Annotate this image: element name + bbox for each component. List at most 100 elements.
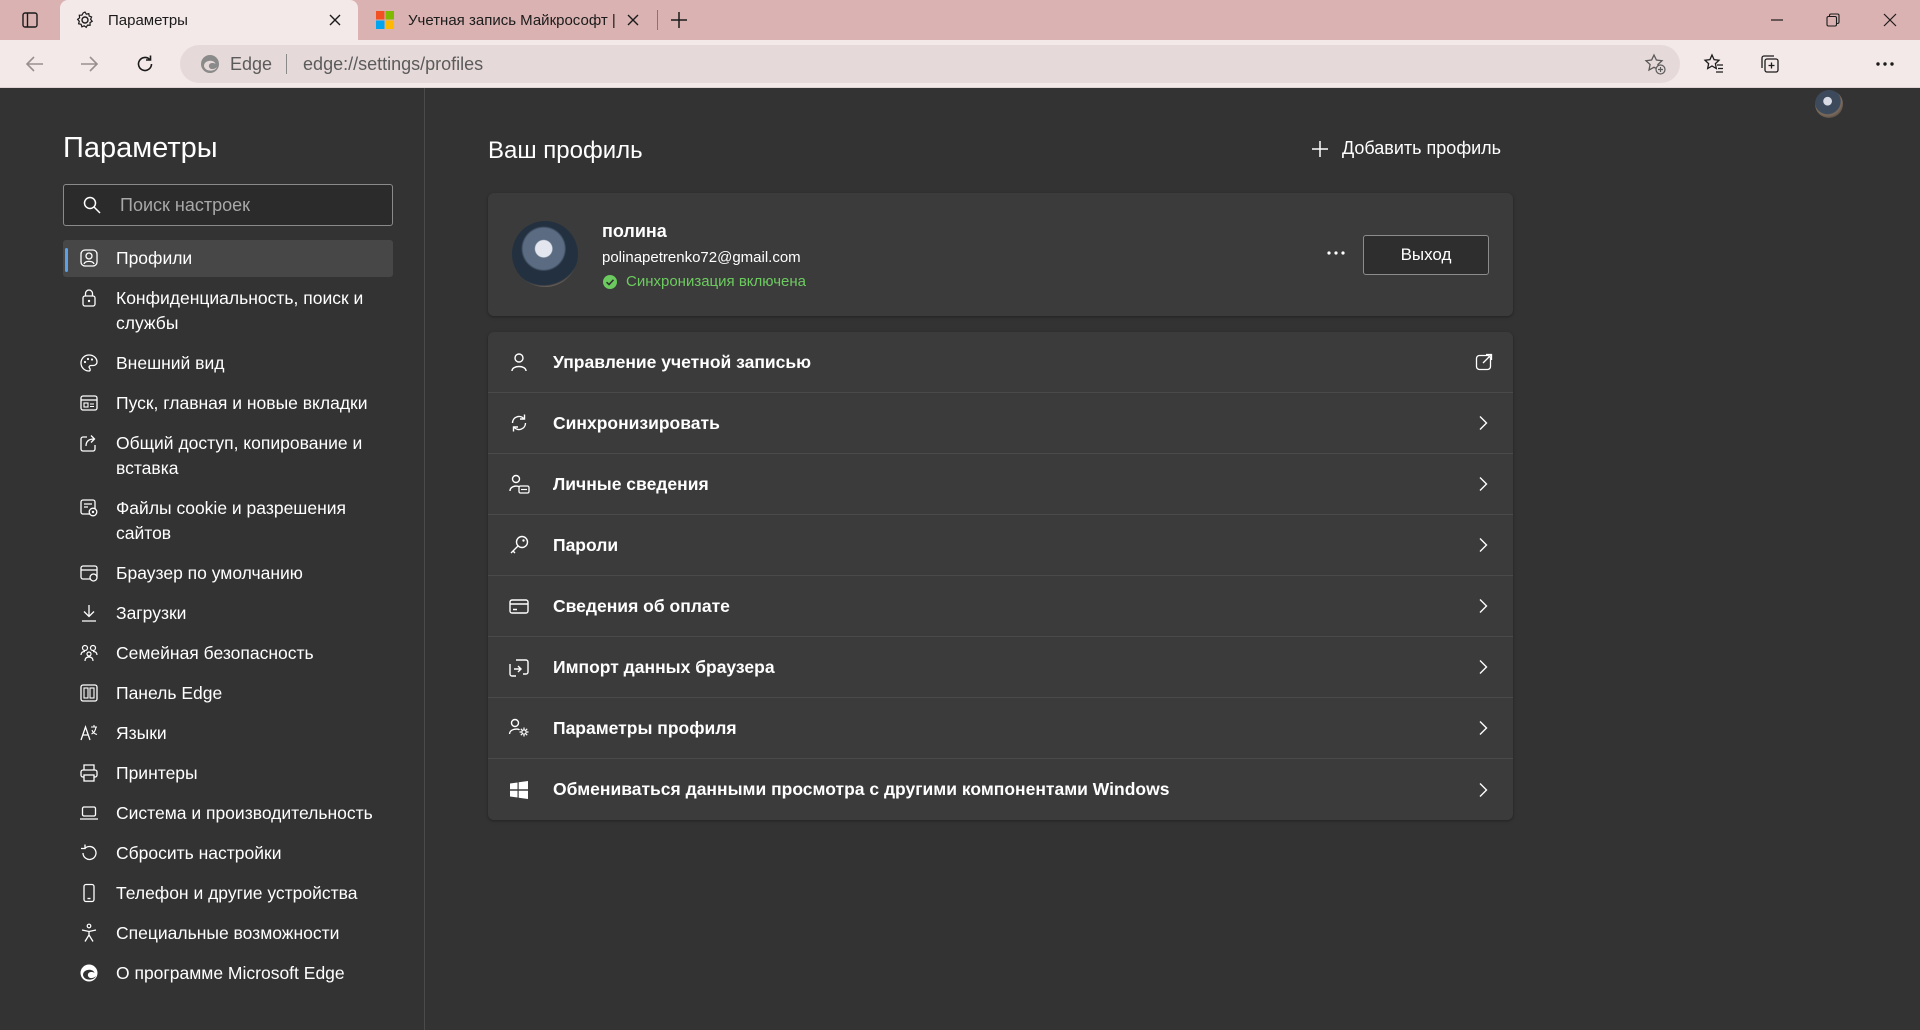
address-url[interactable]: edge://settings/profiles (303, 54, 483, 75)
edge-logo-icon (80, 964, 98, 982)
add-profile-button[interactable]: Добавить профиль (1310, 138, 1501, 159)
close-tab-icon[interactable] (322, 7, 348, 33)
row-label: Обмениваться данными просмотра с другими… (553, 779, 1170, 799)
logout-button[interactable]: Выход (1363, 235, 1489, 275)
row-sync[interactable]: Синхронизировать (488, 393, 1513, 454)
tab-title: Учетная запись Майкрософт | В (408, 11, 620, 29)
settings-search-box[interactable] (63, 184, 393, 226)
row-manage-account[interactable]: Управление учетной записью (488, 332, 1513, 393)
title-bar: Параметры Учетная запись Майкрософт | В (0, 0, 1920, 40)
back-button[interactable] (18, 48, 52, 80)
plus-icon (671, 12, 687, 28)
sidebar-item-privacy[interactable]: Конфиденциальность, поиск и службы (63, 280, 393, 342)
sidebar-item-label: Принтеры (116, 763, 198, 783)
row-share-browsing-data[interactable]: Обмениваться данными просмотра с другими… (488, 759, 1513, 820)
sidebar-item-label: Пуск, главная и новые вкладки (116, 393, 368, 413)
restore-icon (1826, 13, 1840, 27)
check-circle-icon (603, 274, 617, 289)
sidebar-item-label: Сбросить настройки (116, 843, 282, 863)
restore-button[interactable] (1803, 0, 1863, 40)
row-import-data[interactable]: Импорт данных браузера (488, 637, 1513, 698)
row-payment-info[interactable]: Сведения об оплате (488, 576, 1513, 637)
profile-avatar-button[interactable] (1815, 90, 1843, 118)
language-icon (80, 725, 98, 741)
forward-button[interactable] (72, 48, 106, 80)
row-profile-settings[interactable]: Параметры профиля (488, 698, 1513, 759)
tab-settings[interactable]: Параметры (60, 0, 358, 40)
row-passwords[interactable]: Пароли (488, 515, 1513, 576)
tab-microsoft-account[interactable]: Учетная запись Майкрософт | В (360, 0, 656, 40)
profile-email: polinapetrenko72@gmail.com (602, 249, 801, 266)
sidebar-item-reset[interactable]: Сбросить настройки (63, 835, 393, 872)
sync-icon (511, 414, 527, 432)
row-label: Управление учетной записью (553, 351, 812, 372)
add-favorite-icon[interactable] (1644, 53, 1666, 75)
sidebar-item-label: Профили (116, 248, 193, 268)
profile-more-button[interactable] (1318, 238, 1354, 268)
collections-button[interactable] (1753, 48, 1787, 80)
chevron-right-icon (1479, 538, 1488, 552)
plus-icon (1312, 140, 1328, 157)
search-input[interactable] (118, 193, 382, 217)
sidebar-item-languages[interactable]: Языки (63, 715, 393, 752)
accessibility-icon (81, 923, 97, 942)
collections-icon (1761, 55, 1779, 73)
sidebar-item-cookies[interactable]: Файлы cookie и разрешения сайтов (63, 490, 393, 552)
chevron-right-icon (1479, 782, 1488, 797)
sidebar-item-label: Конфиденциальность, поиск и службы (116, 288, 364, 333)
sidebar-item-start-page[interactable]: Пуск, главная и новые вкладки (63, 385, 393, 422)
address-bar[interactable]: Edge edge://settings/profiles (180, 45, 1680, 83)
settings-more-button[interactable] (1868, 48, 1902, 80)
sidebar-item-label: Загрузки (116, 603, 187, 623)
new-tab-button[interactable] (664, 6, 694, 34)
lock-icon (82, 289, 96, 307)
sidebar-item-share-copy[interactable]: Общий доступ, копирование и вставка (63, 425, 393, 487)
arrow-right-icon (81, 56, 99, 72)
address-brand: Edge (230, 53, 273, 74)
sidebar-item-family[interactable]: Семейная безопасность (63, 635, 393, 672)
sidebar-item-label: Телефон и другие устройства (116, 883, 358, 903)
sidebar-item-label: Система и производительность (116, 803, 373, 823)
refresh-button[interactable] (128, 48, 162, 80)
tab-actions-button[interactable] (14, 6, 46, 34)
default-browser-icon (80, 565, 98, 582)
sidebar-item-accessibility[interactable]: Специальные возможности (63, 915, 393, 952)
chevron-right-icon (1479, 477, 1488, 491)
close-tab-icon[interactable] (620, 7, 646, 33)
minimize-icon (1771, 19, 1783, 21)
row-personal-info[interactable]: Личные сведения (488, 454, 1513, 515)
sidebar-item-default-browser[interactable]: Браузер по умолчанию (63, 555, 393, 592)
chevron-right-icon (1479, 721, 1488, 735)
profile-card: полина polinapetrenko72@gmail.com Синхро… (488, 193, 1513, 316)
chevron-right-icon (1479, 416, 1488, 430)
edge-bar-icon (80, 684, 98, 702)
key-icon (510, 535, 529, 554)
sidebar-item-about[interactable]: О программе Microsoft Edge (63, 955, 393, 992)
arrow-left-icon (25, 56, 43, 72)
sidebar-item-printers[interactable]: Принтеры (63, 755, 393, 792)
chevron-right-icon (1479, 599, 1488, 613)
sidebar-item-system[interactable]: Система и производительность (63, 795, 393, 832)
close-window-button[interactable] (1860, 0, 1920, 40)
download-icon (82, 605, 96, 622)
sidebar-item-appearance[interactable]: Внешний вид (63, 345, 393, 382)
sidebar-item-edge-bar[interactable]: Панель Edge (63, 675, 393, 712)
favorites-button[interactable] (1697, 48, 1731, 80)
profile-options-list: Управление учетной записью Синхронизиров… (488, 332, 1513, 820)
page-title: Ваш профиль (488, 137, 643, 164)
minimize-button[interactable] (1747, 0, 1807, 40)
start-page-icon (80, 395, 98, 411)
sidebar-item-label: Файлы cookie и разрешения сайтов (116, 498, 346, 543)
import-icon (509, 659, 529, 677)
sidebar-item-phone[interactable]: Телефон и другие устройства (63, 875, 393, 912)
sidebar-item-profiles[interactable]: Профили (63, 240, 393, 277)
person-icon (511, 353, 527, 372)
profile-settings-icon (508, 718, 529, 737)
gear-icon (74, 9, 96, 31)
family-icon (80, 644, 98, 662)
sidebar-item-label: Панель Edge (116, 683, 223, 703)
browser-toolbar: Edge edge://settings/profiles (0, 40, 1920, 118)
sidebar-item-downloads[interactable]: Загрузки (63, 595, 393, 632)
reset-icon (81, 844, 97, 861)
sidebar-item-label: О программе Microsoft Edge (116, 963, 345, 983)
